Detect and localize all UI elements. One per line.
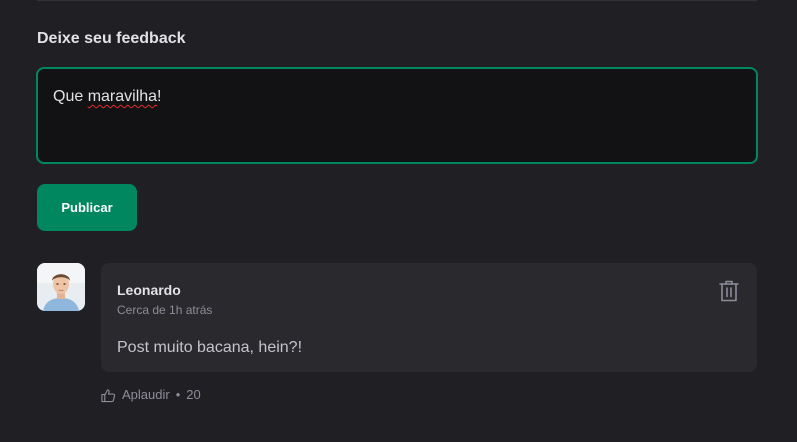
comment-content: Post muito bacana, hein?! [117, 339, 303, 356]
comment-timestamp: Cerca de 1h atrás [117, 303, 213, 317]
avatar[interactable] [37, 263, 85, 311]
comment-card: Leonardo Cerca de 1h atrás Post muito ba… [101, 263, 757, 372]
thumbs-up-icon [101, 388, 116, 402]
feedback-text-misspelled: maravilha [87, 88, 158, 105]
user-avatar-photo [37, 263, 85, 311]
feedback-text-prefix: Que [53, 88, 88, 105]
feedback-text-suffix: ! [157, 88, 162, 105]
applaud-separator: • [175, 387, 181, 402]
feedback-title: Deixe seu feedback [37, 30, 186, 47]
applaud-count: 20 [186, 387, 201, 402]
section-divider [37, 0, 757, 1]
publish-button[interactable]: Publicar [37, 184, 137, 231]
trash-icon[interactable] [718, 279, 740, 303]
applaud-label: Aplaudir [122, 387, 170, 402]
comment-author: Leonardo [117, 282, 181, 298]
applaud-button[interactable]: Aplaudir • 20 [101, 387, 201, 403]
feedback-textarea[interactable]: Que maravilha! [36, 67, 758, 164]
